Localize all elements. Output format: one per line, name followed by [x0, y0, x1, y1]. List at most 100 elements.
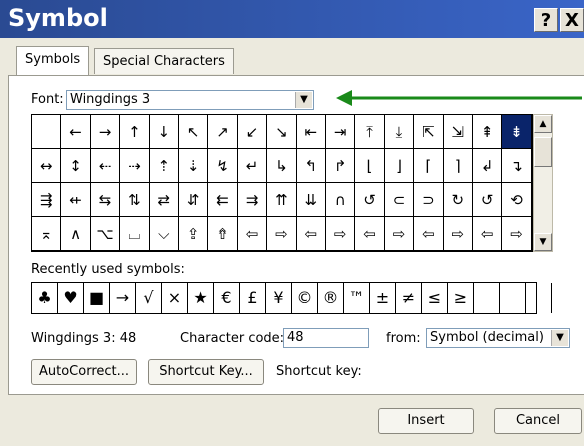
recent-symbol-cell[interactable]: €	[214, 283, 240, 313]
symbol-cell[interactable]: ⌈	[414, 149, 444, 183]
grid-scrollbar[interactable]: ▲ ▼	[533, 114, 553, 252]
character-code-input[interactable]: 48	[283, 328, 369, 348]
recent-symbol-cell[interactable]	[526, 283, 552, 313]
symbol-cell[interactable]: ⇦	[473, 217, 503, 251]
symbol-cell[interactable]: ↳	[267, 149, 297, 183]
font-select[interactable]: Wingdings 3 ▼	[66, 90, 314, 110]
symbol-cell[interactable]: ∩	[326, 183, 356, 217]
symbol-cell[interactable]: ⇨	[502, 217, 532, 251]
symbol-cell[interactable]: ↑	[120, 115, 150, 149]
symbol-cell[interactable]: ↯	[208, 149, 238, 183]
cancel-button[interactable]: Cancel	[494, 408, 582, 434]
symbol-cell[interactable]: ⇨	[443, 217, 473, 251]
symbol-cell[interactable]: ⇞	[473, 115, 503, 149]
tab-symbols[interactable]: Symbols	[16, 46, 90, 76]
symbol-cell[interactable]: ⇶	[32, 183, 62, 217]
symbol-cell[interactable]: ⇪	[179, 217, 209, 251]
recent-symbol-cell[interactable]: £	[240, 283, 266, 313]
help-button[interactable]: ?	[534, 8, 558, 32]
symbol-cell[interactable]: ⇨	[267, 217, 297, 251]
symbol-cell[interactable]: ⇥	[326, 115, 356, 149]
chevron-down-icon[interactable]: ▼	[551, 330, 568, 346]
recent-symbol-cell[interactable]: ♥	[58, 283, 84, 313]
symbol-cell[interactable]: ↺	[473, 183, 503, 217]
symbol-cell[interactable]: ⇤	[296, 115, 326, 149]
shortcut-key-button[interactable]: Shortcut Key...	[148, 359, 264, 385]
recent-symbol-cell[interactable]: √	[136, 283, 162, 313]
symbol-cell[interactable]: ⇦	[414, 217, 444, 251]
symbol-cell[interactable]: ⇨	[384, 217, 415, 251]
symbol-cell[interactable]: ⇲	[443, 115, 473, 149]
recent-symbol-cell[interactable]: ★	[188, 283, 214, 313]
recent-symbol-cell[interactable]: ≥	[448, 283, 474, 313]
recent-symbol-cell[interactable]: ♣	[32, 283, 58, 313]
symbol-cell[interactable]: ⇊	[296, 183, 326, 217]
chevron-down-icon[interactable]: ▼	[295, 92, 312, 108]
insert-button[interactable]: Insert	[378, 408, 474, 434]
symbol-cell[interactable]: ⇈	[267, 183, 297, 217]
symbol-cell[interactable]: ⇷	[61, 183, 91, 217]
symbol-cell[interactable]: ↔	[32, 149, 62, 183]
symbol-cell[interactable]: ⌉	[443, 149, 473, 183]
symbol-cell[interactable]: ⌵	[149, 217, 179, 251]
recent-symbol-cell[interactable]: ×	[162, 283, 188, 313]
symbol-cell[interactable]: ⌅	[32, 217, 62, 251]
recent-symbol-cell[interactable]: ®	[318, 283, 344, 313]
recent-symbol-cell[interactable]	[500, 283, 526, 313]
symbol-cell[interactable]: ⇇	[208, 183, 238, 217]
recent-symbol-cell[interactable]: ¥	[266, 283, 292, 313]
symbol-cell[interactable]: ↓	[149, 115, 179, 149]
symbol-cell[interactable]: ⇢	[120, 149, 150, 183]
symbol-cell[interactable]: ↵	[237, 149, 268, 183]
recent-symbol-cell[interactable]: ≤	[422, 283, 448, 313]
tab-special-characters[interactable]: Special Characters	[94, 48, 234, 74]
symbol-cell[interactable]: ⤓	[384, 115, 415, 149]
symbol-cell[interactable]: ⇣	[179, 149, 209, 183]
symbol-cell[interactable]: ⌋	[384, 149, 415, 183]
symbol-cell[interactable]: ⇆	[90, 183, 121, 217]
recent-symbol-cell[interactable]: →	[110, 283, 136, 313]
recent-symbol-cell[interactable]: ™	[344, 283, 370, 313]
symbol-cell[interactable]: ↗	[208, 115, 238, 149]
symbol-cell[interactable]: ↰	[296, 149, 326, 183]
symbol-cell[interactable]: ∧	[61, 217, 91, 251]
symbol-cell[interactable]: ⌊	[355, 149, 385, 183]
symbol-cell[interactable]: ⇉	[237, 183, 268, 217]
scroll-up-icon[interactable]: ▲	[534, 115, 552, 133]
symbol-cell[interactable]: ⌴	[120, 217, 150, 251]
symbol-cell[interactable]: ↱	[326, 149, 356, 183]
symbol-cell[interactable]: ⇠	[90, 149, 121, 183]
close-button[interactable]: X	[560, 8, 584, 32]
symbol-cell[interactable]: ←	[61, 115, 91, 149]
scroll-down-icon[interactable]: ▼	[534, 233, 552, 251]
recent-symbol-cell[interactable]: ±	[370, 283, 396, 313]
symbol-cell[interactable]: ⇦	[237, 217, 268, 251]
recent-symbol-cell[interactable]: ≠	[396, 283, 422, 313]
symbol-cell[interactable]: ⤒	[355, 115, 385, 149]
symbol-cell[interactable]: ⊃	[414, 183, 444, 217]
symbol-cell[interactable]: ⇄	[149, 183, 179, 217]
autocorrect-button[interactable]: AutoCorrect...	[31, 359, 137, 385]
symbol-cell[interactable]: ⌥	[90, 217, 121, 251]
symbol-cell[interactable]: ⇱	[414, 115, 444, 149]
symbol-cell[interactable]: ⇟	[502, 115, 532, 149]
recent-symbol-cell[interactable]: ■	[84, 283, 110, 313]
symbol-cell[interactable]: ⇅	[120, 183, 150, 217]
symbol-cell[interactable]: ⟲	[502, 183, 532, 217]
symbol-cell[interactable]: ⇮	[208, 217, 238, 251]
symbol-cell[interactable]	[32, 115, 62, 149]
symbol-cell[interactable]: ⊂	[384, 183, 415, 217]
symbol-cell[interactable]: ↖	[179, 115, 209, 149]
symbol-cell[interactable]: ⇦	[355, 217, 385, 251]
symbol-cell[interactable]: ⇡	[149, 149, 179, 183]
recent-symbol-cell[interactable]: ©	[292, 283, 318, 313]
scroll-thumb[interactable]	[534, 137, 552, 167]
symbol-cell[interactable]: →	[90, 115, 121, 149]
symbol-cell[interactable]: ⇦	[296, 217, 326, 251]
symbol-cell[interactable]: ↺	[355, 183, 385, 217]
symbol-cell[interactable]: ↲	[473, 149, 503, 183]
symbol-cell[interactable]: ⇵	[179, 183, 209, 217]
from-select[interactable]: Symbol (decimal) ▼	[426, 328, 570, 348]
symbol-cell[interactable]: ⇨	[326, 217, 356, 251]
symbol-cell[interactable]: ↴	[502, 149, 532, 183]
